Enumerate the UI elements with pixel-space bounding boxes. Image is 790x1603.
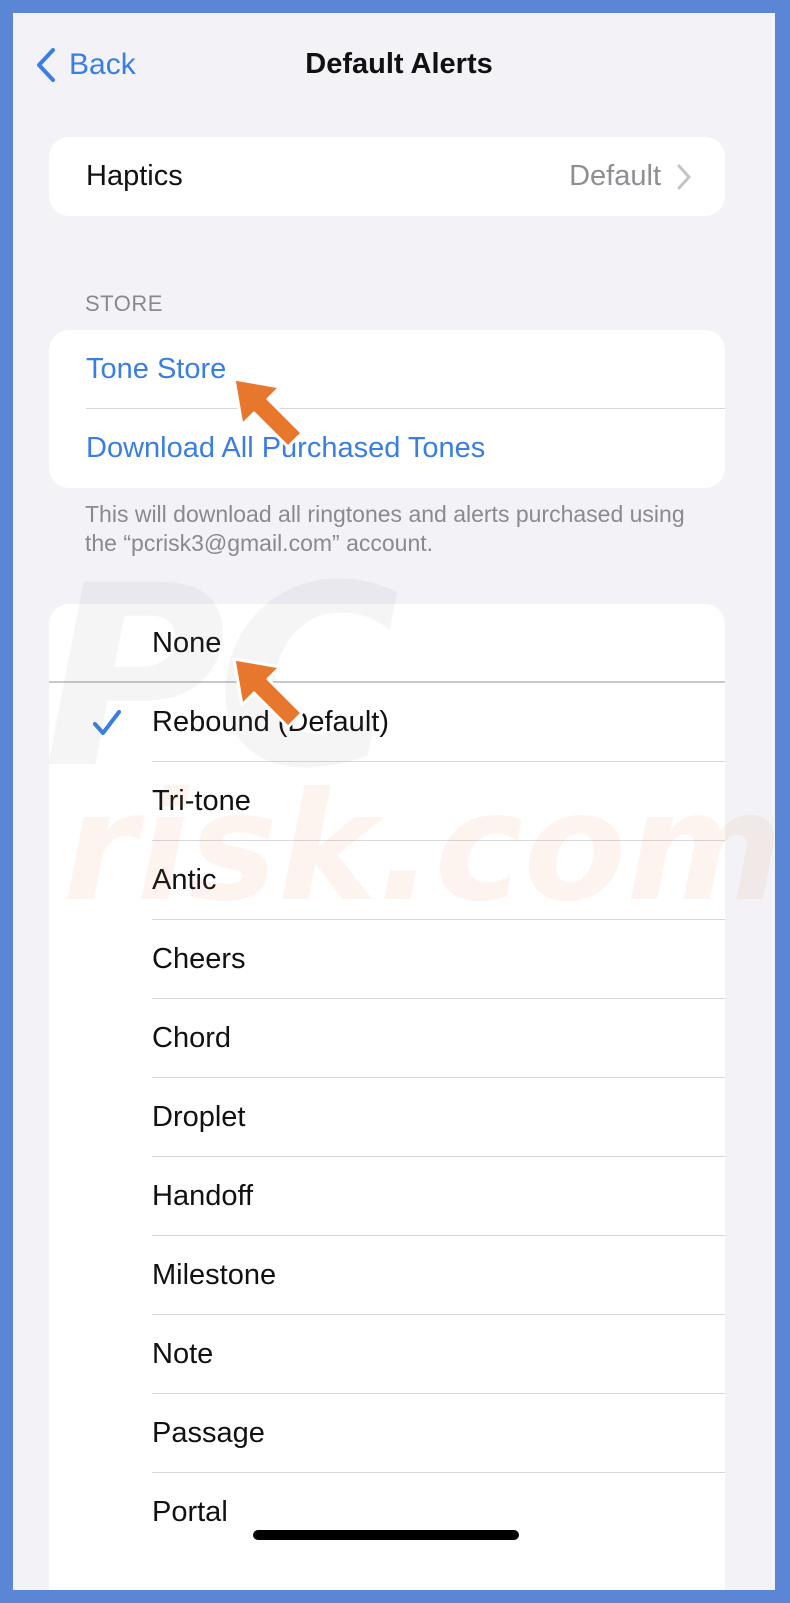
tone-row[interactable]: Chord bbox=[49, 999, 725, 1078]
tone-row[interactable]: Antic bbox=[49, 841, 725, 920]
store-section-header: STORE bbox=[85, 291, 163, 316]
tone-row[interactable]: Tri-tone bbox=[49, 762, 725, 841]
settings-screen: PC risk.com Back Default Alerts Haptics … bbox=[13, 13, 775, 1590]
tone-label: Note bbox=[152, 1338, 214, 1370]
tone-none-row[interactable]: None bbox=[49, 604, 725, 683]
tone-row[interactable]: Note bbox=[49, 1315, 725, 1394]
tone-label: Droplet bbox=[152, 1101, 246, 1133]
chevron-right-icon bbox=[677, 164, 691, 190]
tone-label: Milestone bbox=[152, 1259, 277, 1291]
store-card: Tone Store Download All Purchased Tones bbox=[49, 330, 725, 488]
download-purchased-tones-link[interactable]: Download All Purchased Tones bbox=[49, 409, 725, 488]
tone-none-label: None bbox=[152, 627, 222, 659]
home-indicator bbox=[253, 1530, 519, 1540]
page-title: Default Alerts bbox=[305, 48, 493, 80]
tone-label: Tri-tone bbox=[152, 785, 251, 817]
tone-store-label: Tone Store bbox=[86, 353, 227, 385]
tone-label: Passage bbox=[152, 1417, 265, 1449]
store-footer-note: This will download all ringtones and ale… bbox=[85, 501, 685, 556]
tone-label: Chord bbox=[152, 1022, 231, 1054]
tone-list: Rebound (Default) Tri-tone Antic Cheers Chor… bbox=[49, 683, 725, 1552]
tone-label: Cheers bbox=[152, 943, 246, 975]
tone-label: Portal bbox=[152, 1496, 228, 1528]
tone-store-link[interactable]: Tone Store bbox=[49, 330, 725, 409]
haptics-card: Haptics Default bbox=[49, 137, 725, 216]
tones-card: None Rebound (Default) Tri-tone Antic Cheer… bbox=[49, 604, 725, 1590]
tone-row[interactable]: Rebound (Default) bbox=[49, 683, 725, 762]
tone-label: Handoff bbox=[152, 1180, 254, 1212]
tone-row[interactable]: Milestone bbox=[49, 1236, 725, 1315]
arrow-pointer-icon bbox=[232, 377, 304, 449]
haptics-row[interactable]: Haptics Default bbox=[49, 137, 725, 216]
tone-row[interactable]: Handoff bbox=[49, 1157, 725, 1236]
tone-row[interactable]: Droplet bbox=[49, 1078, 725, 1157]
haptics-label: Haptics bbox=[86, 160, 183, 192]
tone-label: Antic bbox=[152, 864, 217, 896]
haptics-value: Default bbox=[569, 160, 661, 192]
tone-row[interactable]: Cheers bbox=[49, 920, 725, 999]
tone-row[interactable]: Portal bbox=[49, 1473, 725, 1552]
tone-row[interactable]: Passage bbox=[49, 1394, 725, 1473]
checkmark-icon bbox=[93, 710, 121, 735]
arrow-pointer-icon bbox=[232, 657, 304, 729]
navigation-bar: Back Default Alerts bbox=[13, 13, 775, 123]
